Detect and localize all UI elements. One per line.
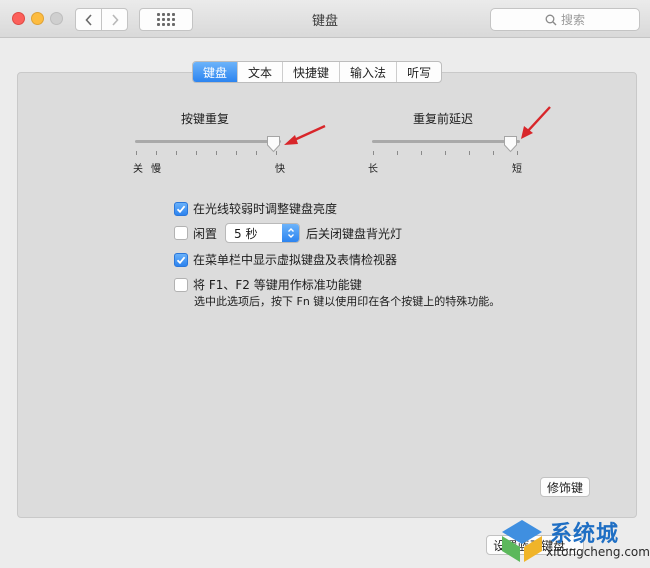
tick <box>421 151 422 155</box>
tick <box>156 151 157 155</box>
tick <box>236 151 237 155</box>
fn-keys-label: 将 F1、F2 等键用作标准功能键 <box>193 278 362 292</box>
key-repeat-off-label: 关 <box>133 164 143 175</box>
search-icon <box>545 14 557 25</box>
delay-repeat-knob[interactable] <box>503 135 518 153</box>
red-arrow-annotation <box>521 106 551 139</box>
modifier-keys-button[interactable]: 修饰键 <box>540 477 590 497</box>
tab-text[interactable]: 文本 <box>237 62 282 82</box>
backlight-off-checkbox[interactable] <box>174 226 188 240</box>
tick <box>493 151 494 155</box>
key-repeat-track[interactable] <box>135 140 281 143</box>
adjust-brightness-row[interactable]: 在光线较弱时调整键盘亮度 <box>174 200 337 217</box>
delay-repeat-short-label: 短 <box>512 164 522 175</box>
watermark-name: 系统城 <box>550 522 620 547</box>
show-viewer-row[interactable]: 在菜单栏中显示虚拟键盘及表情检视器 <box>174 251 397 268</box>
key-repeat-knob[interactable] <box>266 135 281 153</box>
updown-arrows-icon <box>282 224 300 242</box>
checkmark-icon <box>176 205 186 213</box>
tick <box>216 151 217 155</box>
tab-dictation[interactable]: 听写 <box>396 62 441 82</box>
checkmark-icon <box>176 256 186 264</box>
search-field[interactable]: 搜索 <box>490 8 640 31</box>
title-bar: 键盘 搜索 <box>0 0 650 38</box>
tick <box>397 151 398 155</box>
tick <box>469 151 470 155</box>
delay-repeat-track[interactable] <box>372 140 520 143</box>
red-arrow-annotation <box>284 124 326 145</box>
tab-input-sources[interactable]: 输入法 <box>339 62 396 82</box>
key-repeat-title: 按键重复 <box>181 112 230 126</box>
watermark: 系统城 xitongcheng.com <box>496 510 650 568</box>
tick <box>176 151 177 155</box>
show-viewer-checkbox[interactable] <box>174 252 188 267</box>
idle-time-select[interactable]: 5 秒 <box>225 223 301 243</box>
adjust-brightness-checkbox[interactable] <box>174 201 188 216</box>
key-repeat-fast-label: 快 <box>275 164 285 175</box>
backlight-off-prefix: 闲置 <box>193 226 218 241</box>
tick <box>445 151 446 155</box>
tick <box>373 151 374 155</box>
tick <box>196 151 197 155</box>
delay-repeat-long-label: 长 <box>368 164 378 175</box>
fn-keys-note: 选中此选项后，按下 Fn 键以使用印在各个按键上的特殊功能。 <box>194 295 501 308</box>
tick <box>136 151 137 155</box>
tab-shortcuts[interactable]: 快捷键 <box>282 62 339 82</box>
show-viewer-label: 在菜单栏中显示虚拟键盘及表情检视器 <box>193 253 398 267</box>
idle-time-value: 5 秒 <box>234 226 258 241</box>
backlight-off-row[interactable]: 闲置 5 秒 后关闭键盘背光灯 <box>174 223 402 243</box>
tick <box>256 151 257 155</box>
search-placeholder: 搜索 <box>560 13 585 27</box>
fn-keys-row[interactable]: 将 F1、F2 等键用作标准功能键 <box>174 276 362 293</box>
tab-keyboard[interactable]: 键盘 <box>193 62 238 82</box>
adjust-brightness-label: 在光线较弱时调整键盘亮度 <box>193 202 338 216</box>
delay-repeat-title: 重复前延迟 <box>413 112 474 126</box>
watermark-logo-icon <box>502 520 542 562</box>
fn-keys-checkbox[interactable] <box>174 277 188 292</box>
backlight-off-suffix: 后关闭键盘背光灯 <box>306 226 403 241</box>
watermark-url: xitongcheng.com <box>546 545 650 559</box>
key-repeat-slow-label: 慢 <box>151 164 161 175</box>
tab-bar: 键盘 文本 快捷键 输入法 听写 <box>192 61 443 83</box>
